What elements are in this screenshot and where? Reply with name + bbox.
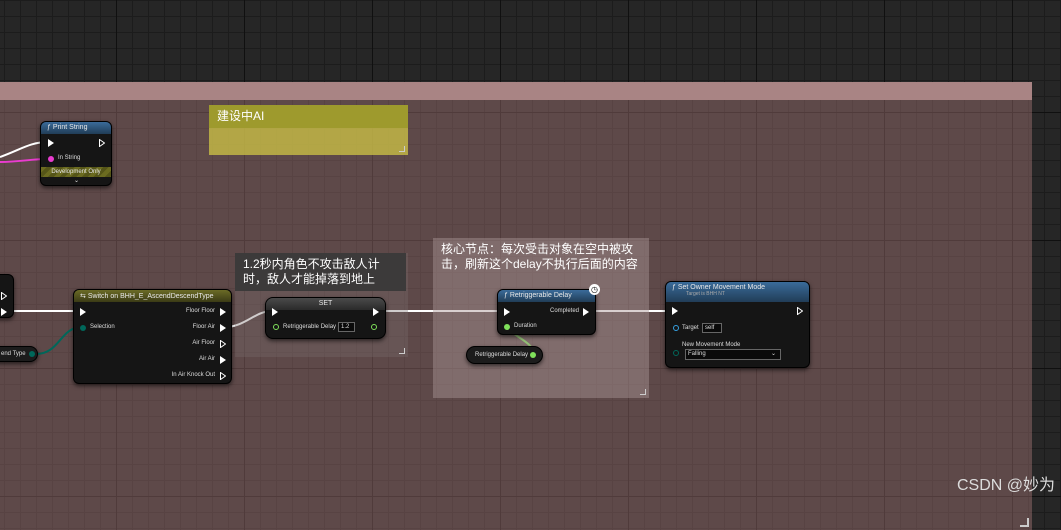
exec-out-pin[interactable]	[797, 307, 803, 315]
output-floor-air-pin[interactable]	[220, 324, 226, 332]
delay-variable-getter[interactable]: Retriggerable Delay	[466, 346, 543, 364]
target-label: Target	[682, 325, 699, 331]
float-in-pin[interactable]	[273, 324, 279, 330]
duration-pin[interactable]	[504, 324, 510, 330]
set-header: SET	[266, 298, 385, 310]
enum-in-pin[interactable]	[673, 350, 679, 356]
comment-ai-title: 建设中AI	[209, 105, 408, 128]
output-air-floor-pin[interactable]	[220, 340, 226, 348]
exec-in-pin[interactable]	[504, 308, 510, 316]
set-movement-mode-node[interactable]: ƒ Set Owner Movement Mode Target is BHH …	[665, 281, 810, 368]
enum-variable-label: end Type	[1, 351, 26, 357]
set-var-label: Retriggerable Delay	[283, 324, 337, 330]
retriggerable-delay-node[interactable]: ƒ Retriggerable Delay ◷ Completed Durati…	[497, 284, 600, 335]
exec-out-pin[interactable]	[1, 292, 7, 300]
target-value-field[interactable]: self	[702, 323, 722, 333]
chevron-down-icon: ⌄	[770, 351, 776, 357]
output-label: Floor Floor	[185, 308, 215, 314]
exec-out-pin[interactable]	[373, 308, 379, 316]
comment-core-title: 核心节点：每次受击对象在空中被攻击，刷新这个delay不执行后面的内容	[441, 242, 638, 271]
duration-label: Duration	[514, 323, 537, 329]
completed-label: Completed	[549, 308, 579, 314]
exec-in-pin[interactable]	[48, 139, 54, 147]
chevron-down-icon[interactable]: ⌄	[74, 177, 79, 184]
exec-out-pin-filled[interactable]	[1, 308, 7, 316]
delay-header: ƒ Retriggerable Delay	[498, 290, 595, 302]
target-pin[interactable]	[673, 325, 679, 331]
exec-in-pin[interactable]	[272, 308, 278, 316]
movement-header: ƒ Set Owner Movement Mode Target is BHH …	[666, 282, 809, 302]
completed-out-pin[interactable]	[583, 308, 589, 316]
movement-mode-label: New Movement Mode	[682, 342, 741, 348]
movement-mode-value: Falling	[688, 351, 706, 357]
exec-out-pin[interactable]	[99, 139, 105, 147]
selection-label: Selection	[90, 324, 115, 330]
output-label: In Air Knock Out	[171, 372, 215, 378]
resize-handle[interactable]	[399, 146, 405, 152]
string-in-pin[interactable]	[48, 156, 54, 162]
exec-in-pin[interactable]	[672, 307, 678, 315]
output-label: Air Air	[198, 356, 215, 362]
output-label: Floor Air	[192, 324, 215, 330]
in-string-label: In String	[58, 155, 81, 161]
exec-in-pin[interactable]	[80, 308, 86, 316]
output-knock-out-pin[interactable]	[220, 372, 226, 380]
comment-ai[interactable]: 建设中AI	[209, 105, 408, 155]
getter-label: Retriggerable Delay	[475, 352, 529, 358]
print-string-header: ƒ Print String	[41, 122, 111, 134]
switch-enum-node[interactable]: ⇆ Switch on BHH_E_AscendDescendType Sele…	[73, 289, 232, 384]
movement-mode-dropdown[interactable]: Falling ⌄	[685, 349, 781, 360]
enum-out-pin[interactable]	[29, 351, 35, 357]
comment-set-title: 1.2秒内角色不攻击敌人计时，敌人才能掉落到地上	[235, 253, 406, 291]
float-out-pin[interactable]	[371, 324, 377, 330]
movement-subtitle: Target is BHH NT	[686, 291, 725, 297]
output-label: Air Floor	[192, 340, 215, 346]
output-air-air-pin[interactable]	[220, 356, 226, 364]
output-floor-floor-pin[interactable]	[220, 308, 226, 316]
set-variable-node[interactable]: SET Retriggerable Delay 1.2	[265, 297, 386, 339]
switch-icon: ⇆	[80, 293, 88, 300]
switch-header: ⇆ Switch on BHH_E_AscendDescendType	[74, 290, 231, 302]
left-partial-node[interactable]	[0, 274, 14, 318]
float-out-pin[interactable]	[530, 352, 536, 358]
watermark: CSDN @妙为	[956, 477, 1055, 494]
selection-pin[interactable]	[80, 325, 86, 331]
enum-variable-node[interactable]: end Type	[0, 346, 38, 362]
resize-handle[interactable]	[1020, 518, 1029, 527]
clock-icon: ◷	[589, 284, 600, 295]
dev-only-bar: Development Only	[41, 167, 111, 177]
delay-value-input[interactable]: 1.2	[338, 322, 355, 332]
print-string-node[interactable]: ƒ Print String In String Development Onl…	[40, 121, 112, 186]
resize-handle[interactable]	[640, 389, 646, 395]
resize-handle[interactable]	[399, 348, 405, 354]
